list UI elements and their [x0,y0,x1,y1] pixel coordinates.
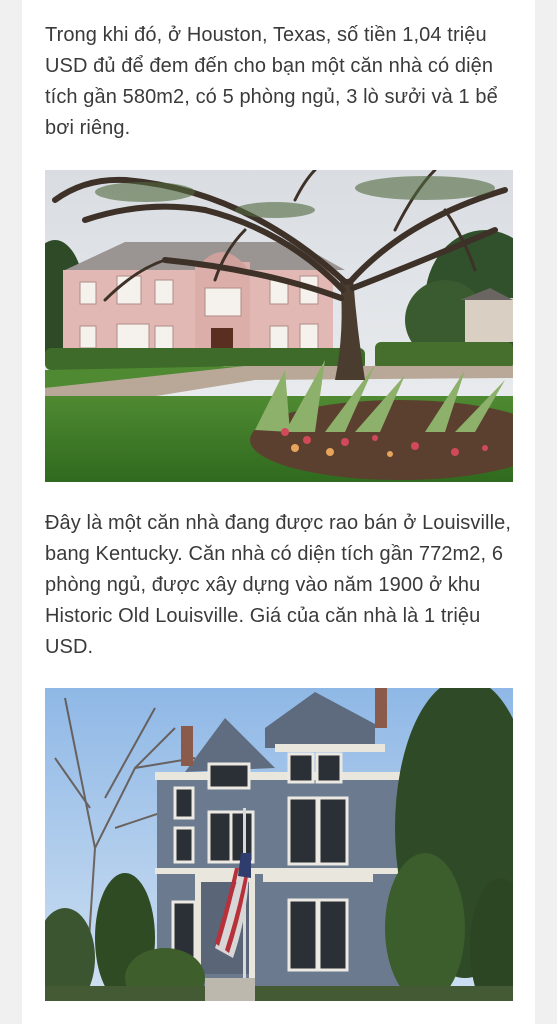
paragraph-louisville: Đây là một căn nhà đang được rao bán ở L… [45,512,511,658]
houston-house-photo [45,170,513,482]
article-page: Trong khi đó, ở Houston, Texas, số tiền … [0,0,557,1024]
paragraph-houston: Trong khi đó, ở Houston, Texas, số tiền … [45,24,498,139]
louisville-house-photo [45,688,513,1001]
